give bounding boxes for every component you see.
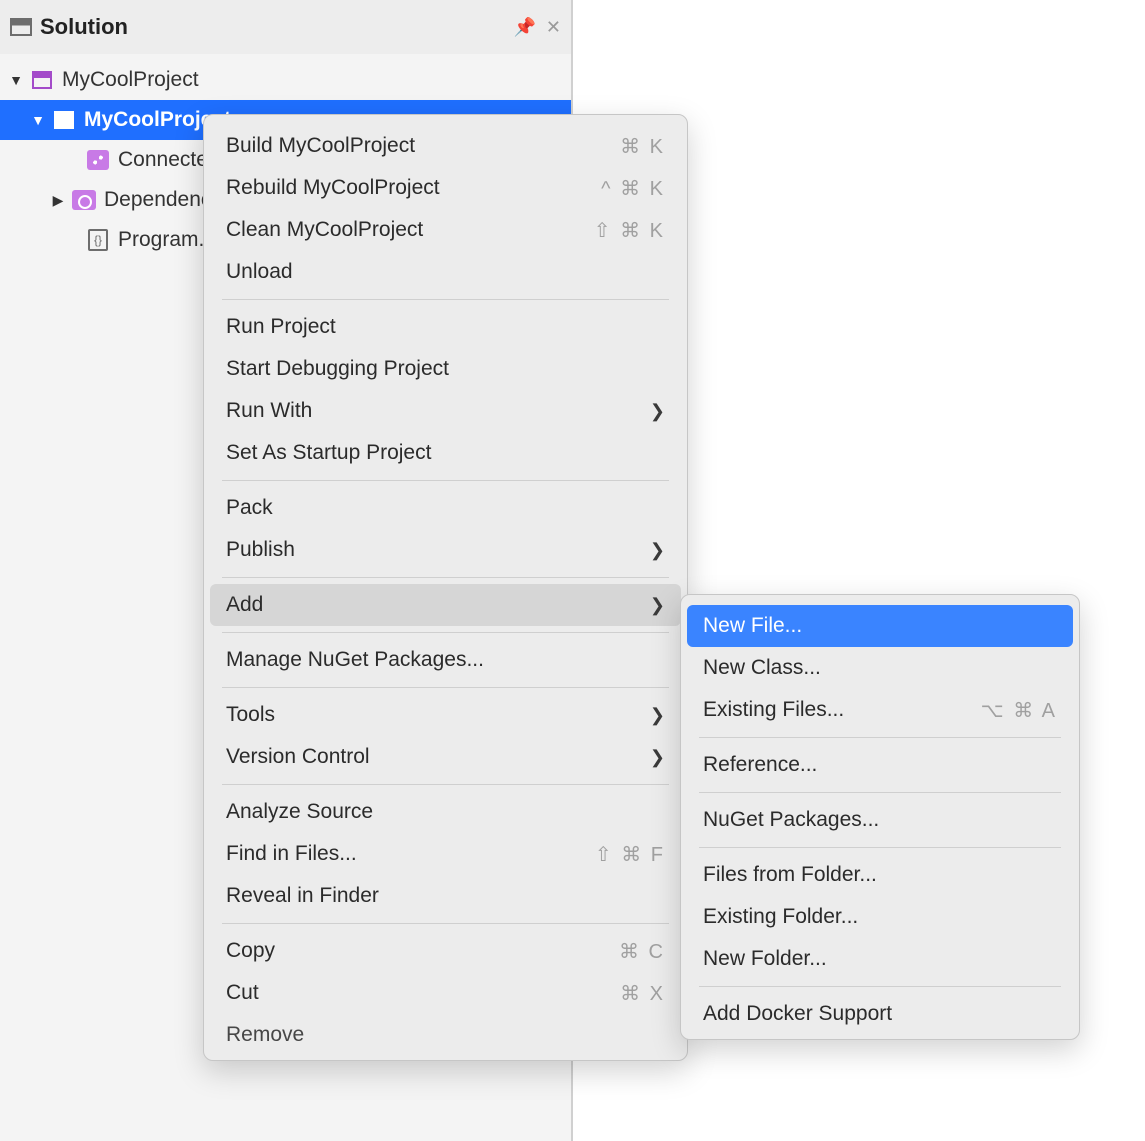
- menu-item-copy[interactable]: Copy⌘ C: [204, 930, 687, 972]
- solution-icon: [10, 18, 32, 36]
- close-icon[interactable]: ✕: [546, 17, 561, 38]
- chevron-right-icon: ❯: [650, 595, 665, 616]
- menu-separator: [222, 687, 669, 688]
- project-context-menu: Build MyCoolProject⌘ K Rebuild MyCoolPro…: [203, 114, 688, 1061]
- submenu-item-new-file[interactable]: New File...: [687, 605, 1073, 647]
- menu-separator: [222, 299, 669, 300]
- submenu-item-existing-folder[interactable]: Existing Folder...: [681, 896, 1079, 938]
- menu-item-run-with[interactable]: Run With❯: [204, 390, 687, 432]
- dependencies-icon: [72, 190, 96, 210]
- menu-item-pack[interactable]: Pack: [204, 487, 687, 529]
- menu-item-set-startup[interactable]: Set As Startup Project: [204, 432, 687, 474]
- project-icon: [54, 111, 74, 129]
- tree-solution-root[interactable]: ▼ MyCoolProject: [0, 60, 571, 100]
- menu-separator: [699, 737, 1061, 738]
- shortcut-label: ⌥ ⌘ A: [981, 698, 1057, 723]
- tree-label: MyCoolProject: [62, 68, 199, 92]
- chevron-down-icon[interactable]: ▼: [30, 112, 46, 128]
- submenu-item-add-docker-support[interactable]: Add Docker Support: [681, 993, 1079, 1035]
- menu-item-add[interactable]: Add❯: [210, 584, 681, 626]
- solution-project-icon: [32, 71, 52, 89]
- shortcut-label: ⇧ ⌘ K: [594, 218, 665, 243]
- chevron-right-icon: ❯: [650, 705, 665, 726]
- menu-separator: [222, 480, 669, 481]
- connected-services-icon: [87, 150, 109, 170]
- menu-item-rebuild[interactable]: Rebuild MyCoolProject^ ⌘ K: [204, 167, 687, 209]
- pin-icon[interactable]: 📌: [513, 17, 535, 38]
- chevron-right-icon: ❯: [650, 540, 665, 561]
- menu-item-publish[interactable]: Publish❯: [204, 529, 687, 571]
- chevron-right-icon[interactable]: ▶: [50, 192, 66, 209]
- menu-item-reveal-in-finder[interactable]: Reveal in Finder: [204, 875, 687, 917]
- submenu-item-files-from-folder[interactable]: Files from Folder...: [681, 854, 1079, 896]
- shortcut-label: ^ ⌘ K: [601, 176, 665, 201]
- chevron-down-icon[interactable]: ▼: [8, 72, 24, 88]
- menu-item-cut[interactable]: Cut⌘ X: [204, 972, 687, 1014]
- panel-title: Solution: [40, 14, 503, 40]
- submenu-item-nuget-packages[interactable]: NuGet Packages...: [681, 799, 1079, 841]
- tree-label: Program.: [118, 228, 204, 252]
- menu-item-remove[interactable]: Remove: [204, 1014, 687, 1056]
- menu-separator: [222, 784, 669, 785]
- menu-item-manage-nuget[interactable]: Manage NuGet Packages...: [204, 639, 687, 681]
- shortcut-label: ⌘ C: [619, 939, 665, 964]
- menu-item-start-debugging[interactable]: Start Debugging Project: [204, 348, 687, 390]
- submenu-item-reference[interactable]: Reference...: [681, 744, 1079, 786]
- menu-separator: [222, 923, 669, 924]
- menu-item-tools[interactable]: Tools❯: [204, 694, 687, 736]
- menu-separator: [222, 632, 669, 633]
- menu-item-unload[interactable]: Unload: [204, 251, 687, 293]
- menu-item-build[interactable]: Build MyCoolProject⌘ K: [204, 125, 687, 167]
- shortcut-label: ⌘ X: [620, 981, 665, 1006]
- submenu-item-new-folder[interactable]: New Folder...: [681, 938, 1079, 980]
- solution-panel-header: Solution 📌 ✕: [0, 0, 571, 54]
- menu-item-find-in-files[interactable]: Find in Files...⇧ ⌘ F: [204, 833, 687, 875]
- add-submenu: New File... New Class... Existing Files.…: [680, 594, 1080, 1040]
- submenu-item-new-class[interactable]: New Class...: [681, 647, 1079, 689]
- menu-separator: [699, 792, 1061, 793]
- csharp-file-icon: [88, 229, 108, 251]
- submenu-item-existing-files[interactable]: Existing Files...⌥ ⌘ A: [681, 689, 1079, 731]
- menu-item-run-project[interactable]: Run Project: [204, 306, 687, 348]
- menu-separator: [699, 986, 1061, 987]
- menu-item-analyze-source[interactable]: Analyze Source: [204, 791, 687, 833]
- menu-item-version-control[interactable]: Version Control❯: [204, 736, 687, 778]
- menu-item-clean[interactable]: Clean MyCoolProject⇧ ⌘ K: [204, 209, 687, 251]
- chevron-right-icon: ❯: [650, 747, 665, 768]
- menu-separator: [222, 577, 669, 578]
- chevron-right-icon: ❯: [650, 401, 665, 422]
- menu-separator: [699, 847, 1061, 848]
- shortcut-label: ⇧ ⌘ F: [595, 842, 665, 867]
- shortcut-label: ⌘ K: [620, 134, 665, 159]
